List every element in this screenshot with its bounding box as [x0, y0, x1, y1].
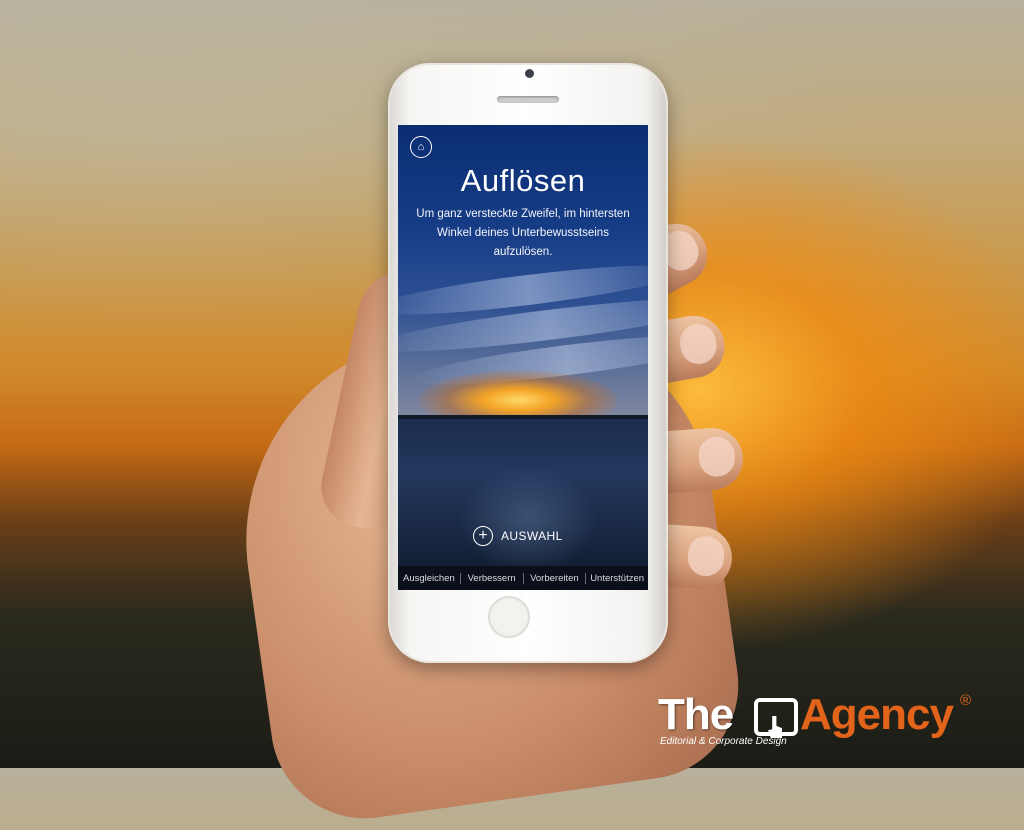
- fingernail: [686, 534, 726, 578]
- nav-item-verbessern[interactable]: Verbessern: [459, 572, 523, 584]
- bottom-nav: Ausgleichen Verbessern Vorbereiten Unter…: [398, 566, 648, 590]
- nav-item-vorbereiten[interactable]: Vorbereiten: [522, 572, 586, 584]
- page-subtitle: Um ganz versteckte Zweifel, im hinterste…: [416, 208, 630, 258]
- phone-home-button[interactable]: [488, 596, 530, 638]
- select-button-label: AUSWAHL: [501, 529, 563, 543]
- app-screen: ⌂ Auflösen Um ganz versteckte Zweifel, i…: [398, 125, 648, 590]
- nav-item-ausgleichen[interactable]: Ausgleichen: [398, 573, 460, 584]
- home-icon[interactable]: ⌂: [410, 136, 432, 158]
- sea-reflection: [458, 465, 598, 575]
- earpiece-speaker: [497, 96, 559, 103]
- logo-word-the: The: [658, 690, 734, 739]
- logo-word-agency: Agency: [800, 690, 954, 739]
- page-title: Auflösen: [460, 163, 586, 198]
- pointer-hand-icon: [754, 698, 798, 736]
- fingernail: [677, 321, 720, 367]
- fingernail: [697, 435, 737, 478]
- logo-tagline: Editorial & Corporate Design: [660, 736, 787, 747]
- registered-mark: ®: [960, 692, 972, 709]
- select-button[interactable]: + AUSWAHL: [473, 525, 563, 547]
- plus-circle-icon: +: [473, 526, 493, 546]
- front-camera: [525, 69, 534, 78]
- nav-item-unterstuetzen[interactable]: Unterstützen: [585, 572, 648, 584]
